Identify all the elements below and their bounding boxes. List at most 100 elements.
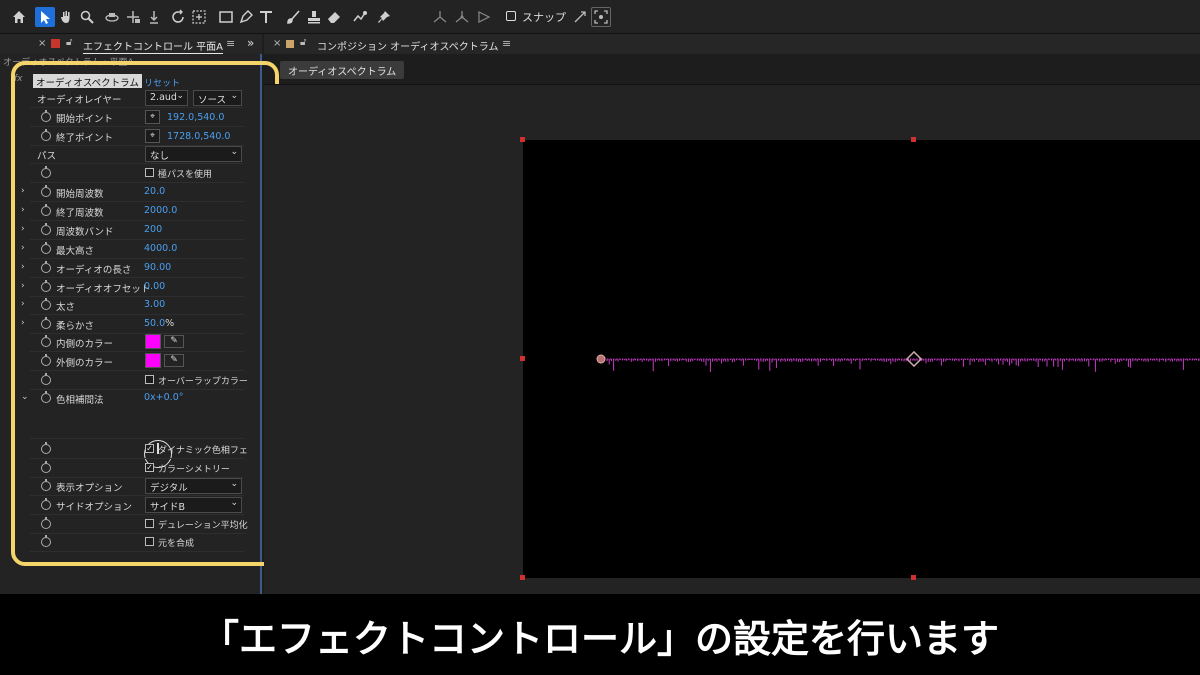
world-axis-icon[interactable] — [452, 7, 472, 27]
home-icon[interactable] — [9, 7, 29, 27]
selection-tool-icon[interactable] — [35, 7, 55, 27]
fx-label[interactable]: fx — [14, 74, 23, 84]
puppet-pin-icon[interactable] — [374, 7, 394, 27]
panel-menu-icon[interactable]: ≡ — [502, 37, 511, 50]
softness-number[interactable]: 50.0 — [144, 318, 165, 329]
stopwatch-icon[interactable] — [41, 535, 51, 547]
stopwatch-icon[interactable] — [41, 280, 51, 292]
thickness-value[interactable]: 3.00 — [144, 299, 165, 310]
end-point-value[interactable]: 1728.0,540.0 — [167, 131, 230, 142]
effect-name[interactable]: オーディオスペクトラム — [33, 74, 142, 89]
stopwatch-icon[interactable] — [41, 110, 51, 122]
stopwatch-icon[interactable] — [41, 298, 51, 310]
composition-canvas[interactable] — [523, 140, 1200, 578]
stopwatch-icon[interactable] — [41, 129, 51, 141]
audio-offset-value[interactable]: 0.00 — [144, 281, 165, 292]
zoom-tool-icon[interactable] — [77, 7, 97, 27]
point-target-icon[interactable]: ⌖ — [145, 129, 160, 143]
composite-original-checkbox[interactable] — [145, 537, 154, 546]
side-options-dropdown[interactable]: サイドB ⌄ — [145, 497, 242, 513]
lock-icon[interactable]: 🔓︎ — [66, 37, 72, 48]
view-axis-icon[interactable] — [474, 7, 494, 27]
stopwatch-icon[interactable] — [41, 498, 51, 510]
chevron-right-icon[interactable]: › — [21, 224, 25, 234]
close-icon[interactable]: × — [38, 38, 46, 49]
chevron-right-icon[interactable]: › — [21, 205, 25, 215]
stopwatch-icon[interactable] — [41, 317, 51, 329]
path-dropdown[interactable]: なし ⌄ — [145, 146, 242, 162]
pen-tool-icon[interactable] — [236, 7, 256, 27]
inside-color-swatch[interactable] — [145, 334, 161, 349]
audio-source-dropdown[interactable]: ソース ⌄ — [193, 90, 242, 106]
max-height-value[interactable]: 4000.0 — [144, 243, 177, 254]
lock-icon[interactable]: 🔓︎ — [300, 37, 306, 48]
composition-viewer[interactable] — [264, 85, 1200, 594]
hue-interp-value[interactable]: 0x+0.0° — [144, 392, 183, 403]
stopwatch-icon[interactable] — [41, 185, 51, 197]
orbit-camera-icon[interactable] — [102, 7, 122, 27]
transform-handle[interactable] — [520, 137, 525, 142]
audio-layer-dropdown[interactable]: 2.aud ⌄ — [145, 90, 188, 106]
chevron-down-icon[interactable]: ⌄ — [21, 392, 29, 402]
chevron-right-icon[interactable]: › — [21, 281, 25, 291]
chevron-right-icon[interactable]: › — [21, 243, 25, 253]
dynamic-hue-checkbox[interactable]: ✓ — [145, 444, 154, 453]
start-freq-value[interactable]: 20.0 — [144, 186, 165, 197]
transform-handle[interactable] — [520, 356, 525, 361]
chevron-right-icon[interactable]: › — [21, 318, 25, 328]
rectangle-tool-icon[interactable] — [216, 7, 236, 27]
snap-feature-icon[interactable] — [591, 7, 611, 27]
panel-overflow-icon[interactable]: » — [247, 36, 254, 50]
stopwatch-icon[interactable] — [41, 442, 51, 454]
dolly-camera-icon[interactable] — [144, 7, 164, 27]
eyedropper-icon[interactable]: ✎ — [164, 335, 184, 348]
stopwatch-icon[interactable] — [41, 261, 51, 273]
clone-stamp-icon[interactable] — [304, 7, 324, 27]
point-target-icon[interactable]: ⌖ — [145, 110, 160, 124]
local-axis-icon[interactable] — [430, 7, 450, 27]
pan-behind-icon[interactable] — [189, 7, 209, 27]
close-icon[interactable]: × — [273, 38, 281, 49]
chevron-right-icon[interactable]: › — [21, 186, 25, 196]
stopwatch-icon[interactable] — [41, 373, 51, 385]
outside-color-swatch[interactable] — [145, 353, 161, 368]
freq-bands-value[interactable]: 200 — [144, 224, 162, 235]
chevron-right-icon[interactable]: › — [21, 299, 25, 309]
use-polar-checkbox[interactable] — [145, 168, 154, 177]
display-options-dropdown[interactable]: デジタル ⌄ — [145, 478, 242, 494]
composition-title[interactable]: コンポジション オーディオスペクトラム — [317, 38, 498, 53]
blend-overlap-checkbox[interactable] — [145, 375, 154, 384]
transform-handle[interactable] — [911, 575, 916, 580]
eraser-tool-icon[interactable] — [324, 7, 344, 27]
chevron-right-icon[interactable]: › — [21, 262, 25, 272]
stopwatch-icon[interactable] — [41, 166, 51, 178]
effect-controls-title[interactable]: エフェクトコントロール 平面A — [83, 38, 224, 54]
stopwatch-icon[interactable] — [41, 223, 51, 235]
stopwatch-icon[interactable] — [41, 479, 51, 491]
transform-handle[interactable] — [911, 137, 916, 142]
transform-handle[interactable] — [520, 575, 525, 580]
reset-link[interactable]: リセット — [144, 76, 180, 89]
snap-checkbox[interactable] — [506, 11, 516, 21]
duration-avg-checkbox[interactable] — [145, 519, 154, 528]
stopwatch-icon[interactable] — [41, 461, 51, 473]
softness-value[interactable]: 50.0% — [144, 318, 174, 329]
stopwatch-icon[interactable] — [41, 204, 51, 216]
pan-camera-icon[interactable] — [123, 7, 143, 27]
roto-brush-icon[interactable] — [350, 7, 370, 27]
stopwatch-icon[interactable] — [41, 354, 51, 366]
stopwatch-icon[interactable] — [41, 517, 51, 529]
composition-tab[interactable]: オーディオスペクトラム — [280, 61, 405, 79]
rotate-tool-icon[interactable] — [168, 7, 188, 27]
stopwatch-icon[interactable] — [41, 391, 51, 403]
snap-edge-icon[interactable] — [570, 7, 590, 27]
brush-tool-icon[interactable] — [283, 7, 303, 27]
end-freq-value[interactable]: 2000.0 — [144, 205, 177, 216]
eyedropper-icon[interactable]: ✎ — [164, 354, 184, 367]
color-symmetry-checkbox[interactable]: ✓ — [145, 463, 154, 472]
hand-tool-icon[interactable] — [56, 7, 76, 27]
stopwatch-icon[interactable] — [41, 242, 51, 254]
start-point-value[interactable]: 192.0,540.0 — [167, 112, 224, 123]
panel-menu-icon[interactable]: ≡ — [226, 37, 235, 50]
type-tool-icon[interactable] — [256, 7, 276, 27]
